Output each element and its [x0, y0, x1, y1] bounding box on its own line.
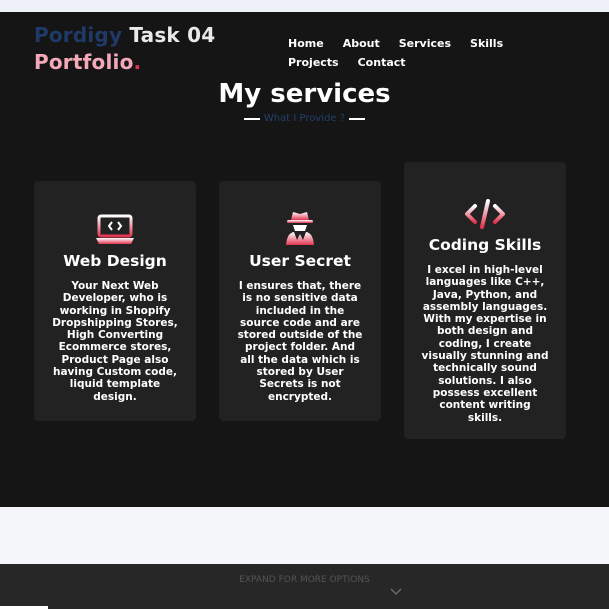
chevron-down-icon[interactable] [390, 588, 402, 596]
logo-dot: . [133, 50, 142, 74]
card-title: User Secret [249, 252, 351, 270]
logo-word-task: Task 04 [129, 23, 216, 47]
card-title: Coding Skills [428, 236, 542, 254]
footer-gap [0, 507, 609, 564]
card-description: Your Next Web Developer, who is working … [52, 280, 178, 403]
logo-word-pordigy: Pordigy [34, 23, 123, 47]
nav-home[interactable]: Home [288, 37, 324, 51]
nav-projects[interactable]: Projects [288, 56, 339, 70]
laptop-code-icon [96, 214, 134, 244]
logo-word-portfolio: Portfolio [34, 50, 134, 74]
subheading-right-bar [349, 117, 366, 120]
service-card-web-design: Web Design Your Next Web Developer, who … [34, 181, 196, 421]
user-secret-icon [286, 212, 314, 245]
top-strip [0, 0, 609, 12]
card-description: I excel in high-level languages like C++… [421, 264, 549, 424]
main-nav: Home About Services Skills Projects Contact [288, 32, 588, 70]
portfolio-page: Pordigy Task 04 Portfolio. Home About Serv… [0, 12, 609, 507]
expand-options-label[interactable]: EXPAND FOR MORE OPTIONS [0, 575, 609, 585]
code-icon [465, 199, 505, 229]
bottom-expand-bar[interactable]: EXPAND FOR MORE OPTIONS [0, 564, 609, 609]
subheading-left-bar [243, 117, 260, 120]
nav-about[interactable]: About [343, 37, 380, 51]
service-card-user-secret: User Secret I ensures that, there is no … [219, 181, 381, 421]
nav-services[interactable]: Services [399, 37, 451, 51]
site-logo[interactable]: Pordigy Task 04 Portfolio. [34, 22, 215, 76]
subheading-text: What I Provide ? [263, 113, 346, 124]
nav-contact[interactable]: Contact [358, 56, 406, 70]
section-heading: My services [218, 79, 391, 109]
section-subheading: What I Provide ? [0, 113, 609, 124]
service-card-coding-skills: Coding Skills I excel in high-level lang… [404, 162, 566, 439]
nav-skills[interactable]: Skills [470, 37, 503, 51]
card-title: Web Design [63, 252, 167, 270]
card-description: I ensures that, there is no sensitive da… [237, 280, 363, 403]
